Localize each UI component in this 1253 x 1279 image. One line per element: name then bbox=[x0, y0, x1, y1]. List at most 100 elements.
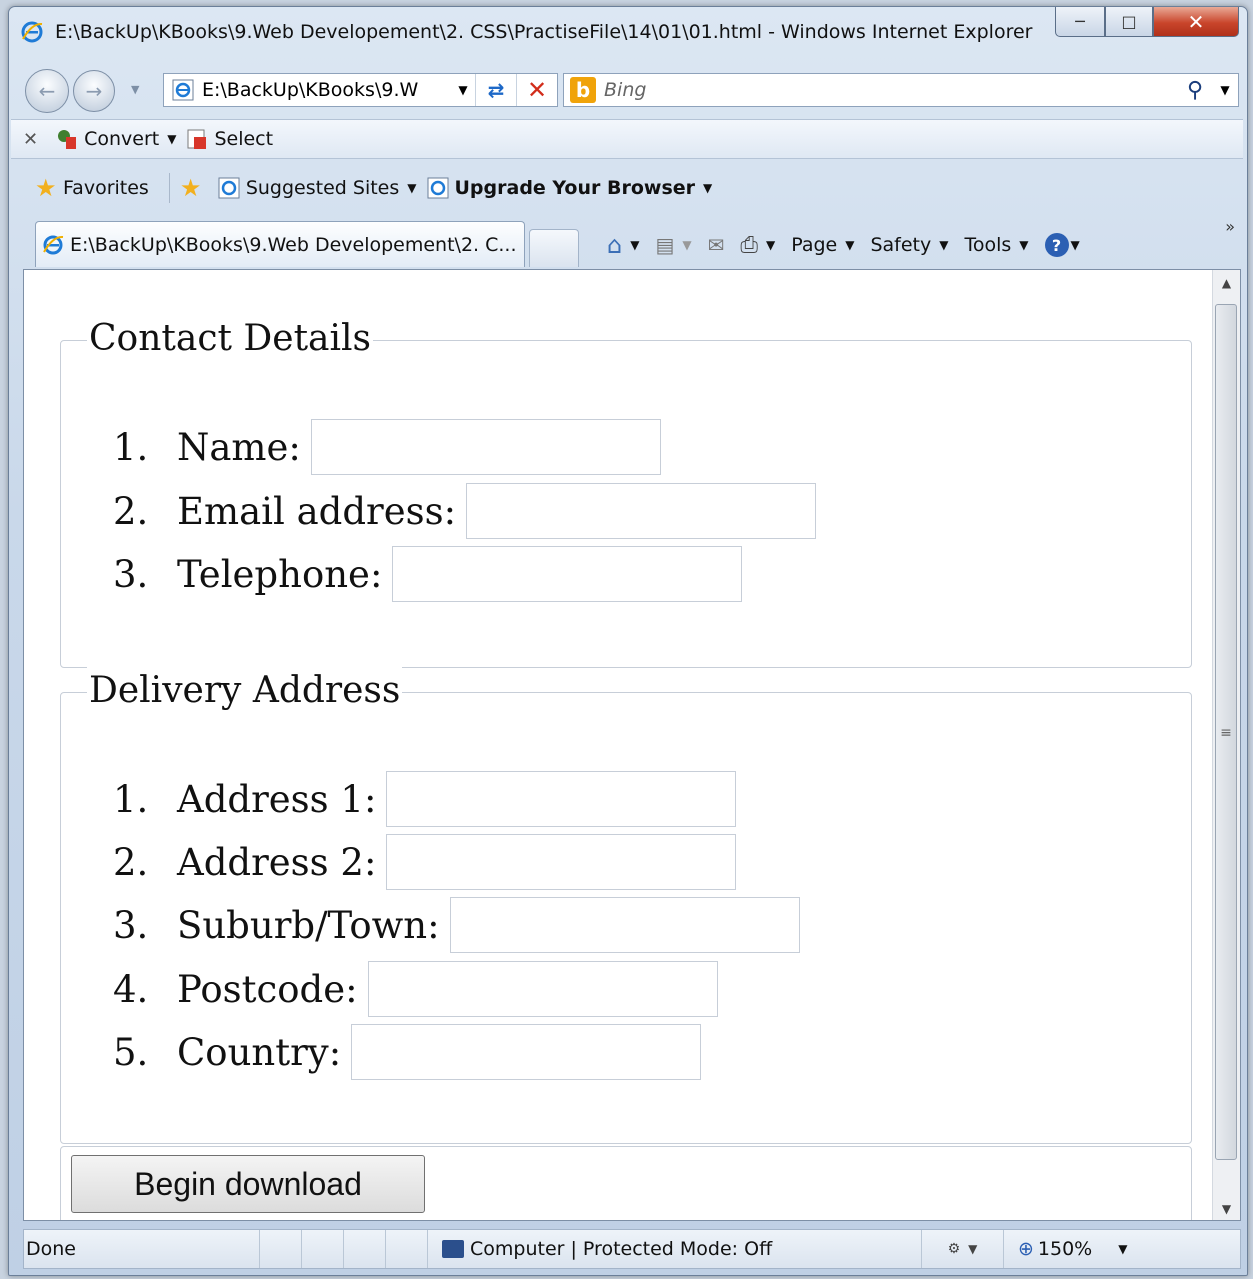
feeds-button[interactable]: ▤ ▼ bbox=[655, 233, 691, 257]
security-zone[interactable]: Computer | Protected Mode: Off bbox=[428, 1230, 922, 1268]
delivery-address-fieldset: Delivery Address 1. Address 1: 2. Addres… bbox=[60, 667, 1192, 1144]
telephone-input[interactable] bbox=[392, 546, 743, 602]
email-label: Email address: bbox=[177, 489, 457, 533]
page-menu-label: Page bbox=[791, 234, 838, 256]
new-tab-button[interactable] bbox=[529, 229, 579, 267]
scroll-up-icon[interactable]: ▲ bbox=[1213, 276, 1240, 290]
search-input[interactable]: Bing bbox=[604, 79, 1178, 101]
list-number: 1. bbox=[113, 425, 149, 469]
zoom-control[interactable]: ⊕ 150% ▼ bbox=[1004, 1230, 1240, 1268]
print-dropdown-icon[interactable]: ▼ bbox=[766, 238, 775, 252]
convert-button[interactable]: Convert ▼ bbox=[56, 128, 176, 150]
feeds-dropdown-icon[interactable]: ▼ bbox=[682, 238, 691, 252]
name-label: Name: bbox=[177, 425, 301, 469]
address1-label: Address 1: bbox=[177, 777, 377, 821]
convert-dropdown-icon[interactable]: ▼ bbox=[167, 132, 176, 146]
search-options-dropdown[interactable]: ▼ bbox=[1212, 83, 1238, 97]
select-button[interactable]: Select bbox=[186, 128, 273, 150]
protected-dropdown-icon: ▼ bbox=[968, 1242, 978, 1256]
safety-menu-label: Safety bbox=[870, 234, 932, 256]
home-button[interactable]: ⌂ ▼ bbox=[607, 231, 639, 259]
search-icon[interactable]: ⚲ bbox=[1178, 78, 1212, 103]
favorites-star-icon: ★ bbox=[35, 174, 57, 202]
status-bar: Done Computer | Protected Mode: Off ⚙ ▼ ⊕… bbox=[23, 1229, 1241, 1269]
begin-download-button[interactable]: Begin download bbox=[71, 1155, 425, 1213]
home-dropdown-icon[interactable]: ▼ bbox=[630, 238, 639, 252]
safety-menu[interactable]: Safety ▼ bbox=[870, 234, 948, 256]
minimize-icon: ─ bbox=[1075, 12, 1085, 31]
contact-details-legend: Contact Details bbox=[87, 315, 374, 363]
list-item: 3. Suburb/Town: bbox=[113, 895, 800, 955]
scroll-down-icon[interactable]: ▼ bbox=[1213, 1202, 1240, 1216]
add-to-favorites-button[interactable]: ★ bbox=[179, 174, 208, 202]
status-panel bbox=[344, 1230, 386, 1268]
favorites-button[interactable]: ★ Favorites bbox=[35, 174, 149, 202]
add-favorite-icon: ★ bbox=[179, 174, 202, 202]
list-item: 5. Country: bbox=[113, 1022, 702, 1082]
select-pdf-icon bbox=[187, 129, 207, 149]
close-toolbar-icon[interactable]: ✕ bbox=[23, 129, 38, 150]
print-button[interactable]: ⎙ ▼ bbox=[740, 233, 775, 258]
contact-details-fieldset: Contact Details 1. Name: 2. Email addres… bbox=[60, 315, 1192, 668]
close-button[interactable]: ✕ bbox=[1153, 7, 1239, 37]
suggested-sites-link[interactable]: Suggested Sites ▼ bbox=[218, 177, 417, 199]
vertical-scrollbar[interactable]: ▲ ≡ ▼ bbox=[1212, 270, 1240, 1220]
address-dropdown-icon[interactable]: ▼ bbox=[451, 83, 475, 97]
delivery-address-legend: Delivery Address bbox=[87, 667, 403, 715]
suggested-dropdown-icon[interactable]: ▼ bbox=[407, 181, 416, 195]
mail-icon: ✉ bbox=[707, 233, 725, 257]
rss-feed-icon: ▤ bbox=[655, 233, 675, 257]
forward-button[interactable]: → bbox=[73, 70, 115, 112]
list-number: 4. bbox=[113, 967, 149, 1011]
recent-pages-dropdown[interactable]: ▼ bbox=[131, 83, 139, 96]
address-input[interactable]: E:\BackUp\KBooks\9.W bbox=[202, 79, 451, 101]
list-item: 1. Name: bbox=[113, 417, 661, 477]
refresh-button[interactable]: ⇄ bbox=[475, 74, 516, 106]
back-button[interactable]: ← bbox=[25, 69, 69, 113]
chevron-right-icon[interactable]: » bbox=[1225, 217, 1235, 236]
tab-label: E:\BackUp\KBooks\9.Web Developement\2. C… bbox=[70, 233, 517, 256]
computer-icon bbox=[442, 1240, 464, 1258]
zoom-icon: ⊕ bbox=[1018, 1238, 1034, 1260]
page-menu[interactable]: Page ▼ bbox=[791, 234, 854, 256]
tab-bar: E:\BackUp\KBooks\9.Web Developement\2. C… bbox=[11, 215, 1243, 267]
help-dropdown-icon: ▼ bbox=[1070, 238, 1080, 252]
suburb-town-label: Suburb/Town: bbox=[177, 903, 440, 947]
back-arrow-icon: ← bbox=[38, 79, 56, 103]
scrollbar-thumb[interactable]: ≡ bbox=[1215, 304, 1237, 1160]
safety-dropdown-icon: ▼ bbox=[939, 238, 949, 252]
help-menu[interactable]: ? ▼ bbox=[1044, 233, 1080, 257]
read-mail-button[interactable]: ✉ bbox=[708, 233, 725, 257]
postcode-input[interactable] bbox=[367, 961, 718, 1017]
minimize-button[interactable]: ─ bbox=[1055, 7, 1105, 37]
bing-logo-icon: b bbox=[570, 77, 596, 103]
country-input[interactable] bbox=[351, 1024, 702, 1080]
name-input[interactable] bbox=[310, 419, 661, 475]
address1-input[interactable] bbox=[386, 771, 737, 827]
list-number: 1. bbox=[113, 777, 149, 821]
favorites-bar: ★ Favorites ★ Suggested Sites ▼ Upgrade … bbox=[11, 167, 1243, 209]
protected-mode-button[interactable]: ⚙ ▼ bbox=[922, 1230, 1004, 1268]
address-bar[interactable]: E:\BackUp\KBooks\9.W ▼ ⇄ ✕ bbox=[163, 73, 558, 107]
upgrade-dropdown-icon[interactable]: ▼ bbox=[703, 181, 712, 195]
list-number: 2. bbox=[113, 489, 149, 533]
email-input[interactable] bbox=[466, 483, 817, 539]
status-panel bbox=[260, 1230, 302, 1268]
address2-input[interactable] bbox=[386, 834, 737, 890]
zoom-dropdown-icon[interactable]: ▼ bbox=[1118, 1242, 1127, 1256]
browser-window: E:\BackUp\KBooks\9.Web Developement\2. C… bbox=[8, 6, 1248, 1276]
upgrade-browser-link[interactable]: Upgrade Your Browser ▼ bbox=[427, 177, 712, 199]
close-icon: ✕ bbox=[1187, 9, 1205, 34]
suburb-town-input[interactable] bbox=[449, 897, 800, 953]
forward-arrow-icon: → bbox=[85, 79, 103, 103]
list-item: 1. Address 1: bbox=[113, 769, 737, 829]
stop-button[interactable]: ✕ bbox=[516, 74, 557, 106]
list-item: 2. Address 2: bbox=[113, 832, 737, 892]
list-number: 2. bbox=[113, 840, 149, 884]
maximize-button[interactable]: □ bbox=[1105, 7, 1153, 37]
tools-menu[interactable]: Tools ▼ bbox=[964, 234, 1028, 256]
search-box[interactable]: b Bing ⚲ ▼ bbox=[563, 73, 1239, 107]
tab-active[interactable]: E:\BackUp\KBooks\9.Web Developement\2. C… bbox=[35, 221, 525, 267]
home-icon: ⌂ bbox=[607, 231, 623, 259]
list-item: 2. Email address: bbox=[113, 481, 817, 541]
